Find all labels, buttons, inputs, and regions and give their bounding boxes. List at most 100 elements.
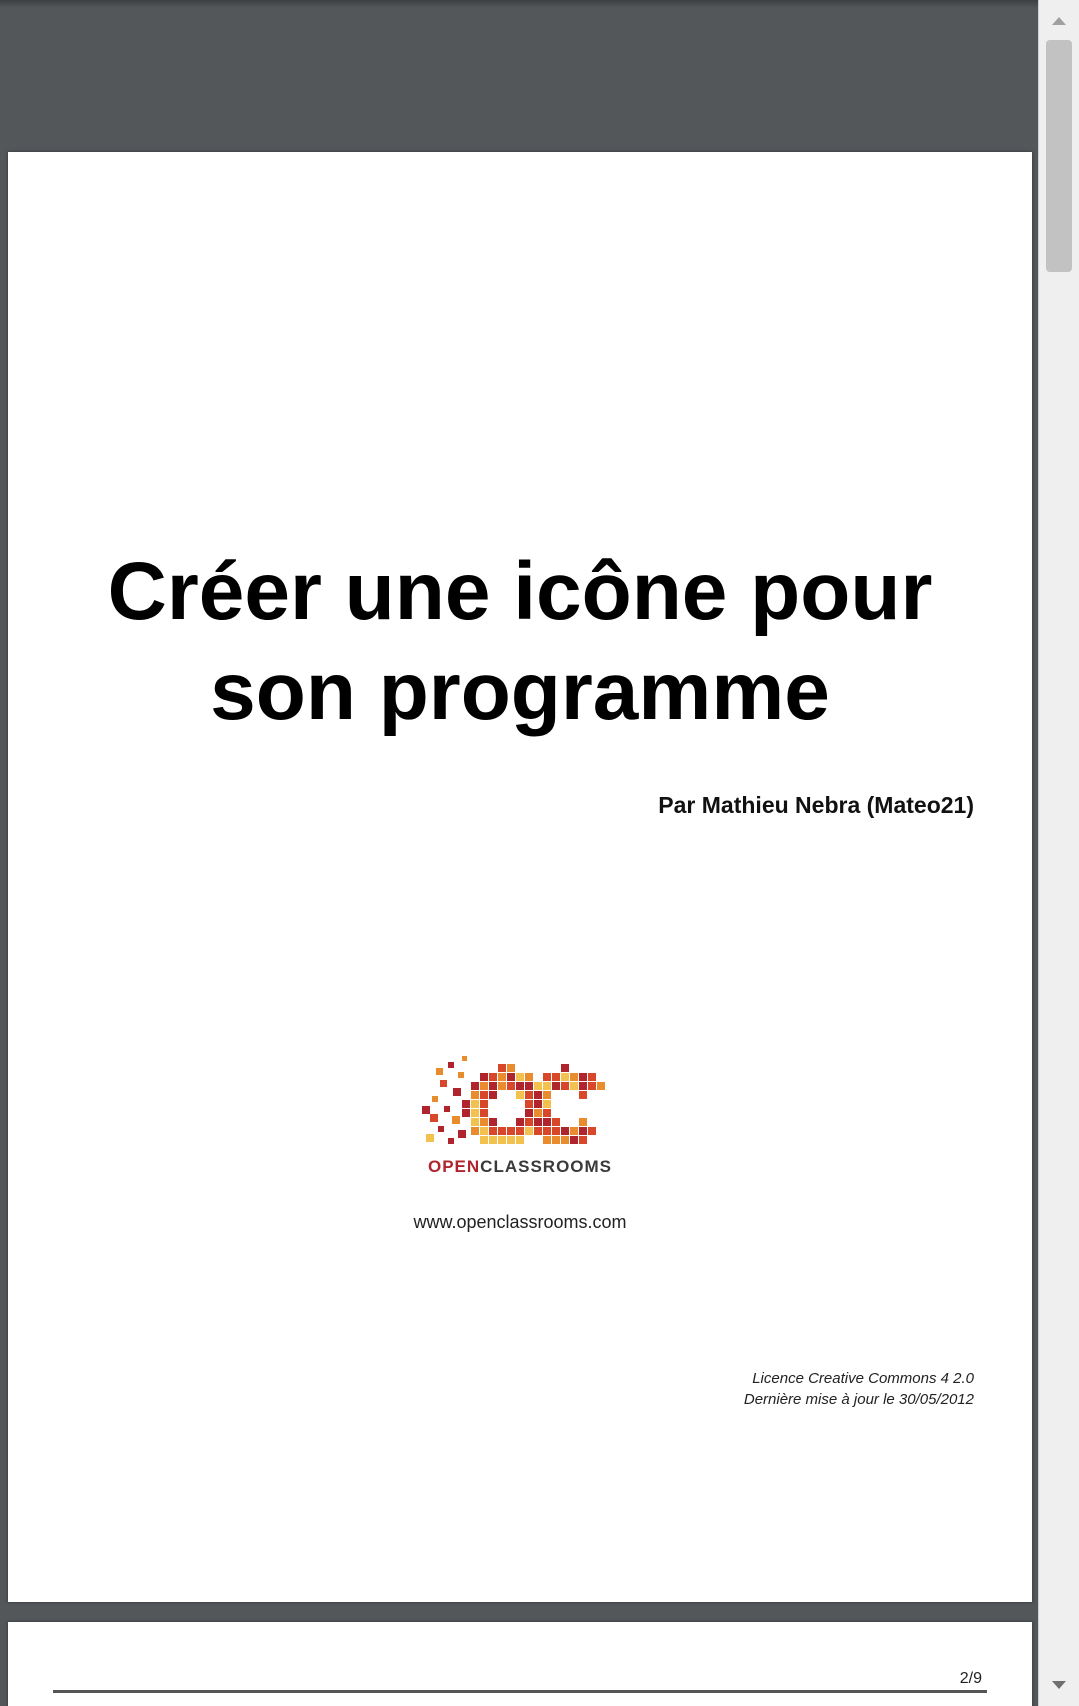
logo-pixel — [458, 1130, 466, 1138]
logo-pixel — [471, 1100, 479, 1108]
logo-pixel — [498, 1064, 506, 1072]
logo-pixel — [543, 1082, 551, 1090]
logo-pixel — [579, 1136, 587, 1144]
logo-pixel — [534, 1100, 542, 1108]
logo-pixel — [570, 1127, 578, 1135]
logo-pixel — [507, 1136, 515, 1144]
logo-pixel — [543, 1109, 551, 1117]
logo-pixel — [480, 1127, 488, 1135]
last-updated-line: Dernière mise à jour le 30/05/2012 — [743, 1391, 974, 1408]
logo-pixel — [448, 1138, 454, 1144]
logo-pixel — [597, 1082, 605, 1090]
logo-pixel — [534, 1127, 542, 1135]
logo-pixel — [507, 1127, 515, 1135]
logo-pixel — [543, 1127, 551, 1135]
logo-word-open: OPEN — [427, 1157, 481, 1176]
logo-pixel — [561, 1127, 569, 1135]
logo-pixel — [471, 1082, 479, 1090]
website-url: www.openclassrooms.com — [413, 1212, 627, 1232]
logo-pixel — [489, 1127, 497, 1135]
scrollbar-thumb[interactable] — [1046, 40, 1072, 272]
pdf-page-1: Créer une icône pour son programme Par M… — [8, 152, 1032, 1602]
logo-pixel — [480, 1136, 488, 1144]
logo-pixel — [579, 1091, 587, 1099]
logo-pixel — [570, 1082, 578, 1090]
logo-word-classrooms: CLASSROOMS — [480, 1157, 613, 1176]
document-title: Créer une icône pour son programme — [38, 542, 1002, 742]
logo-pixel — [516, 1082, 524, 1090]
logo-pixel — [516, 1127, 524, 1135]
logo-pixel — [579, 1073, 587, 1081]
logo-pixel — [471, 1091, 479, 1099]
logo-pixel — [552, 1118, 560, 1126]
logo-pixel — [498, 1127, 506, 1135]
logo-pixel — [489, 1091, 497, 1099]
logo-pixel — [448, 1062, 454, 1068]
logo-pixel — [471, 1118, 479, 1126]
logo-pixel — [453, 1088, 461, 1096]
logo-pixel — [422, 1106, 430, 1114]
logo-pixel — [498, 1136, 506, 1144]
logo-pixel — [507, 1073, 515, 1081]
logo-pixel — [498, 1073, 506, 1081]
logo-pixel — [516, 1136, 524, 1144]
logo-pixel — [462, 1109, 470, 1117]
logo-pixel — [516, 1118, 524, 1126]
document-title-line-2: son programme — [210, 646, 830, 737]
logo-pixel — [543, 1118, 551, 1126]
logo-pixel — [452, 1116, 460, 1124]
logo-pixel — [525, 1073, 533, 1081]
arrow-up-icon[interactable] — [1039, 4, 1079, 38]
logo-pixel — [552, 1073, 560, 1081]
logo-pixel — [489, 1136, 497, 1144]
logo-pixel — [561, 1136, 569, 1144]
logo-pixel — [579, 1127, 587, 1135]
logo-pixel — [462, 1056, 467, 1061]
viewer-top-shade — [0, 0, 1038, 8]
logo-pixel — [525, 1127, 533, 1135]
license-block: Licence Creative Commons 4 2.0 Dernière … — [744, 1368, 974, 1410]
logo-pixel — [507, 1064, 515, 1072]
logo-pixel — [489, 1073, 497, 1081]
logo-pixel — [480, 1073, 488, 1081]
logo-pixel — [498, 1082, 506, 1090]
logo-pixel — [516, 1073, 524, 1081]
logo-pixel — [534, 1091, 542, 1099]
logo-pixel — [579, 1118, 587, 1126]
logo-pixel — [440, 1080, 447, 1087]
document-title-line-1: Créer une icône pour — [107, 546, 933, 637]
logo-pixel — [579, 1082, 587, 1090]
logo-wordmark: OPENCLASSROOMS — [8, 1157, 1032, 1177]
logo-pixel — [480, 1118, 488, 1126]
logo-pixel — [489, 1082, 497, 1090]
pdf-viewer[interactable]: Créer une icône pour son programme Par M… — [0, 0, 1038, 1706]
logo-pixel — [570, 1073, 578, 1081]
logo-pixel — [543, 1073, 551, 1081]
vertical-scrollbar[interactable] — [1038, 0, 1079, 1706]
logo-pixel — [516, 1091, 524, 1099]
logo-pixel — [480, 1109, 488, 1117]
arrow-down-icon[interactable] — [1039, 1668, 1079, 1702]
logo-pixel — [480, 1091, 488, 1099]
logo-pixel — [444, 1106, 450, 1112]
logo-pixel — [543, 1091, 551, 1099]
logo-pixel — [430, 1114, 438, 1122]
logo-pixel — [462, 1100, 470, 1108]
document-author: Par Mathieu Nebra (Mateo21) — [658, 792, 974, 818]
logo-pixel — [534, 1118, 542, 1126]
logo-pixel — [552, 1127, 560, 1135]
logo-pixel — [534, 1082, 542, 1090]
logo-pixel — [588, 1073, 596, 1081]
logo-pixel — [543, 1100, 551, 1108]
page-header-rule — [53, 1690, 987, 1693]
logo-pixel — [438, 1126, 444, 1132]
logo-pixel — [471, 1127, 479, 1135]
logo-pixel — [570, 1136, 578, 1144]
pdf-page-2: 2/9 — [8, 1622, 1032, 1706]
logo-pixel — [588, 1082, 596, 1090]
license-line: Licence Creative Commons 4 2.0 — [752, 1370, 974, 1387]
logo-pixel — [561, 1073, 569, 1081]
logo-pixel — [436, 1068, 443, 1075]
page-indicator: 2/9 — [959, 1670, 982, 1687]
logo-pixel — [489, 1118, 497, 1126]
